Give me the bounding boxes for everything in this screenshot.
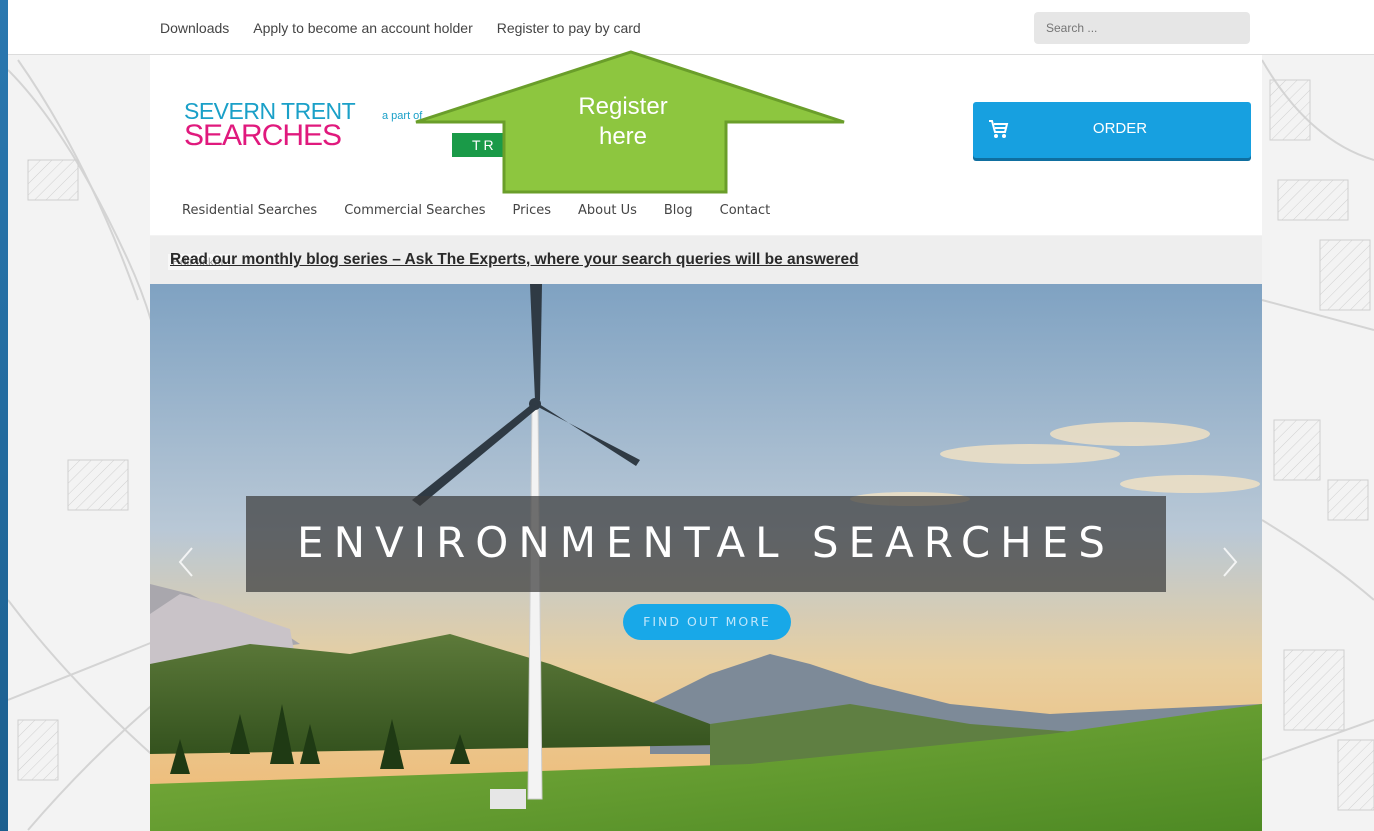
apply-account-holder-link[interactable]: Apply to become an account holder xyxy=(253,20,472,36)
callout-line-2: here xyxy=(598,123,648,150)
nav-item-contact[interactable]: Contact xyxy=(720,203,771,218)
main-nav: Residential Searches Commercial Searches… xyxy=(182,203,797,218)
slider-prev-icon[interactable] xyxy=(174,546,198,578)
utility-links: Downloads Apply to become an account hol… xyxy=(160,20,665,36)
hero-caption: ENVIRONMENTAL SEARCHES xyxy=(246,496,1166,592)
utility-bar: Downloads Apply to become an account hol… xyxy=(8,0,1374,55)
slider-next-icon[interactable] xyxy=(1218,546,1242,578)
nav-item-commercial-searches[interactable]: Commercial Searches xyxy=(344,203,485,218)
hero-title: ENVIRONMENTAL SEARCHES xyxy=(297,518,1115,567)
find-out-more-button[interactable]: FIND OUT MORE xyxy=(623,604,791,640)
register-pay-by-card-link[interactable]: Register to pay by card xyxy=(497,20,641,36)
nav-item-blog[interactable]: Blog xyxy=(664,203,693,218)
downloads-link[interactable]: Downloads xyxy=(160,20,229,36)
web-page: Downloads Apply to become an account hol… xyxy=(8,0,1374,831)
callout-line-1: Register xyxy=(578,93,668,120)
nav-item-prices[interactable]: Prices xyxy=(513,203,552,218)
nav-item-residential-searches[interactable]: Residential Searches xyxy=(182,203,317,218)
order-label: ORDER xyxy=(1092,120,1148,137)
nav-item-about-us[interactable]: About Us xyxy=(578,203,637,218)
blog-series-link[interactable]: Read our monthly blog series – Ask The E… xyxy=(170,251,859,269)
site-logo[interactable]: SEVERN TRENT SEARCHES xyxy=(184,100,356,152)
notice-ticker: Edit ticker Read our monthly blog series… xyxy=(150,236,1262,284)
logo-line-2: SEARCHES xyxy=(184,119,342,152)
order-button[interactable]: ORDER xyxy=(973,102,1251,158)
hero-slider: ENVIRONMENTAL SEARCHES FIND OUT MORE xyxy=(150,284,1262,831)
search-input[interactable] xyxy=(1034,12,1250,44)
callout-text: Register here xyxy=(523,92,723,152)
